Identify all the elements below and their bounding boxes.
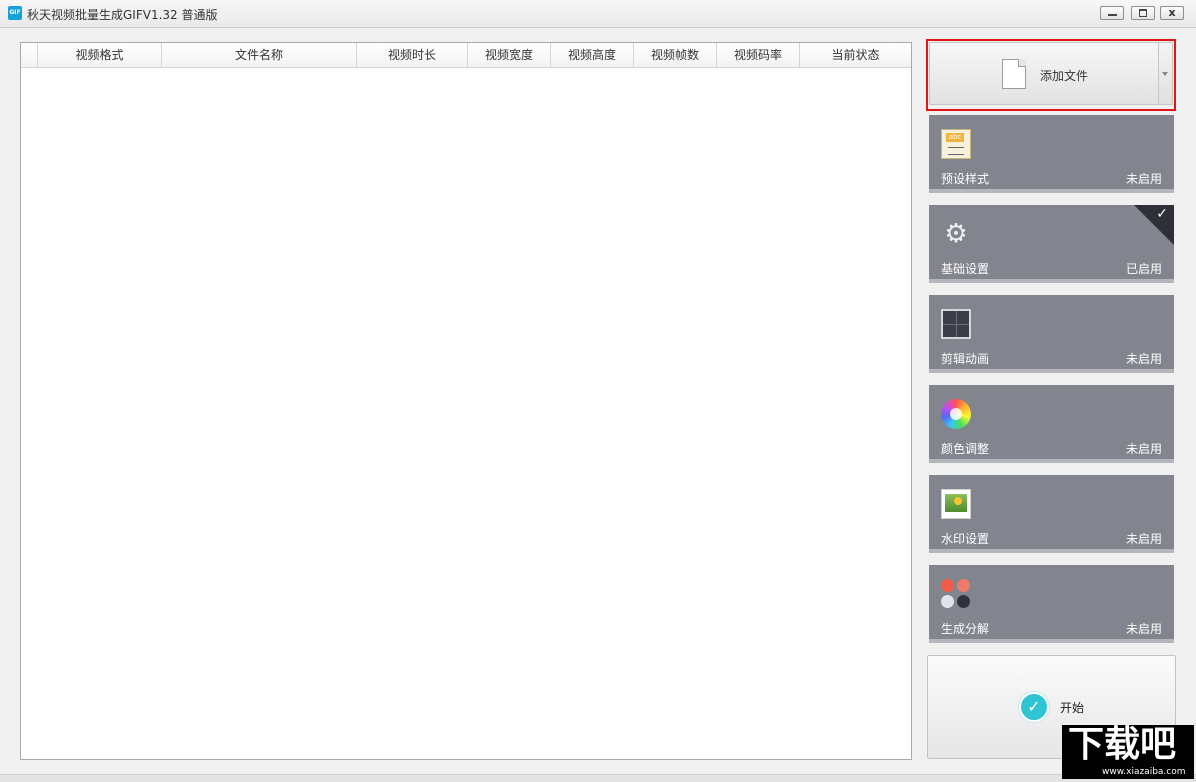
minimize-button[interactable] — [1100, 6, 1124, 20]
column-header-bitrate[interactable]: 视频码率 — [717, 43, 800, 67]
add-file-dropdown[interactable] — [1159, 42, 1173, 105]
maximize-icon — [1139, 9, 1147, 17]
panel-label: 剪辑动画 — [941, 352, 990, 366]
app-gif-icon: GIF — [8, 6, 22, 20]
column-header-height[interactable]: 视频高度 — [551, 43, 634, 67]
document-icon — [1002, 59, 1026, 89]
panel-label: 颜色调整 — [941, 442, 990, 456]
enabled-check-icon: ✓ — [1134, 205, 1174, 245]
start-label: 开始 — [1060, 701, 1085, 715]
chevron-down-icon — [1162, 72, 1168, 76]
watermark-logo: 下载吧 www.xiazaiba.com — [1062, 725, 1194, 779]
picture-icon — [941, 489, 971, 519]
column-header-duration[interactable]: 视频时长 — [357, 43, 468, 67]
check-circle-icon: ✓ — [1019, 692, 1049, 722]
panel-watermark-settings[interactable]: 水印设置 未启用 — [929, 475, 1174, 553]
panel-color-adjust[interactable]: 颜色调整 未启用 — [929, 385, 1174, 463]
panel-preset-style[interactable]: abc 预设样式 未启用 — [929, 115, 1174, 193]
add-file-label: 添加文件 — [1040, 69, 1089, 83]
close-icon: x — [1168, 6, 1176, 19]
watermark-text: 下载吧 — [1068, 724, 1177, 765]
gear-icon: ⚙ — [944, 219, 968, 249]
panel-generate-split[interactable]: 生成分解 未启用 — [929, 565, 1174, 643]
panel-status: 未启用 — [1125, 352, 1162, 366]
watermark-url: www.xiazaiba.com — [1102, 767, 1186, 777]
title-bar: GIF 秋天视频批量生成GIFV1.32 普通版 x — [0, 0, 1196, 28]
panel-label: 预设样式 — [941, 172, 990, 186]
file-table[interactable]: 视频格式 文件名称 视频时长 视频宽度 视频高度 视频帧数 视频码率 当前状态 — [20, 42, 912, 760]
color-wheel-icon — [941, 399, 971, 429]
panel-label: 水印设置 — [941, 532, 990, 546]
column-header-filename[interactable]: 文件名称 — [162, 43, 357, 67]
film-frame-icon — [941, 309, 971, 339]
close-button[interactable]: x — [1160, 6, 1184, 20]
maximize-button[interactable] — [1131, 6, 1155, 20]
panel-status: 已启用 — [1125, 262, 1162, 276]
column-header-format[interactable]: 视频格式 — [38, 43, 162, 67]
window-title: 秋天视频批量生成GIFV1.32 普通版 — [27, 8, 218, 22]
minimize-icon — [1107, 14, 1117, 16]
panel-clip-animation[interactable]: 剪辑动画 未启用 — [929, 295, 1174, 373]
table-body[interactable] — [21, 68, 911, 759]
table-header-selector[interactable] — [21, 43, 38, 67]
panel-status: 未启用 — [1125, 622, 1162, 636]
table-header: 视频格式 文件名称 视频时长 视频宽度 视频高度 视频帧数 视频码率 当前状态 — [21, 43, 911, 68]
panel-status: 未启用 — [1125, 442, 1162, 456]
panel-label: 基础设置 — [941, 262, 990, 276]
abc-text-icon: abc — [941, 129, 971, 159]
column-header-frames[interactable]: 视频帧数 — [634, 43, 717, 67]
panel-status: 未启用 — [1125, 532, 1162, 546]
panel-status: 未启用 — [1125, 172, 1162, 186]
dots-icon — [941, 579, 971, 609]
column-header-status[interactable]: 当前状态 — [800, 43, 911, 67]
panel-basic-settings[interactable]: ✓ ⚙ 基础设置 已启用 — [929, 205, 1174, 283]
panel-label: 生成分解 — [941, 622, 990, 636]
column-header-width[interactable]: 视频宽度 — [468, 43, 551, 67]
